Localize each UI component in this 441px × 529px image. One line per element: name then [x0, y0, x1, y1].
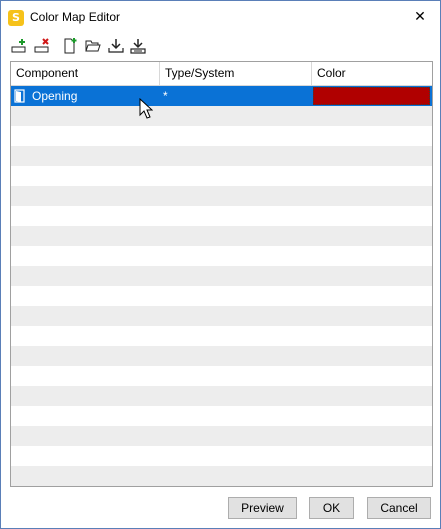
column-header-component[interactable]: Component [11, 62, 160, 85]
preview-button[interactable]: Preview [228, 497, 297, 519]
color-map-editor-window: S Color Map Editor ✕ Component Type/Syst… [0, 0, 441, 529]
grid-header: Component Type/System Color [11, 62, 432, 86]
empty-row[interactable] [11, 166, 432, 186]
new-file-icon [64, 38, 77, 54]
empty-row[interactable] [11, 186, 432, 206]
empty-row[interactable] [11, 126, 432, 146]
empty-row[interactable] [11, 466, 432, 486]
new-file-button[interactable] [60, 36, 80, 56]
toolbar [9, 36, 429, 56]
remove-row-button[interactable] [32, 36, 52, 56]
color-swatch[interactable] [313, 87, 430, 105]
empty-row[interactable] [11, 146, 432, 166]
column-header-type-system[interactable]: Type/System [160, 62, 312, 85]
empty-row[interactable] [11, 206, 432, 226]
title-bar[interactable]: S Color Map Editor ✕ [1, 1, 440, 33]
column-header-color[interactable]: Color [312, 62, 432, 85]
empty-row[interactable] [11, 426, 432, 446]
empty-row[interactable] [11, 326, 432, 346]
empty-row[interactable] [11, 246, 432, 266]
empty-row[interactable] [11, 446, 432, 466]
empty-row[interactable] [11, 306, 432, 326]
empty-row[interactable] [11, 226, 432, 246]
mouse-cursor-icon [139, 98, 153, 119]
add-row-button[interactable] [9, 36, 29, 56]
close-icon: ✕ [414, 9, 426, 25]
open-folder-button[interactable] [83, 36, 103, 56]
add-row-icon [11, 39, 26, 53]
import-icon [108, 39, 124, 53]
ok-button[interactable]: OK [309, 497, 354, 519]
table-row[interactable]: Opening * [11, 86, 432, 106]
cancel-button[interactable]: Cancel [367, 497, 431, 519]
empty-row[interactable] [11, 106, 432, 126]
empty-row[interactable] [11, 266, 432, 286]
color-map-grid[interactable]: Component Type/System Color Opening * [10, 61, 433, 487]
empty-row[interactable] [11, 346, 432, 366]
export-icon [130, 39, 146, 54]
open-folder-icon [85, 40, 101, 52]
empty-row[interactable] [11, 386, 432, 406]
empty-row[interactable] [11, 406, 432, 426]
door-icon [14, 86, 28, 106]
window-title: Color Map Editor [30, 10, 121, 24]
app-icon: S [8, 10, 24, 26]
remove-row-icon [34, 38, 49, 53]
empty-row[interactable] [11, 366, 432, 386]
close-button[interactable]: ✕ [400, 1, 440, 33]
empty-row[interactable] [11, 286, 432, 306]
export-button[interactable] [128, 36, 148, 56]
type-system-cell: * [163, 89, 168, 103]
import-button[interactable] [106, 36, 126, 56]
